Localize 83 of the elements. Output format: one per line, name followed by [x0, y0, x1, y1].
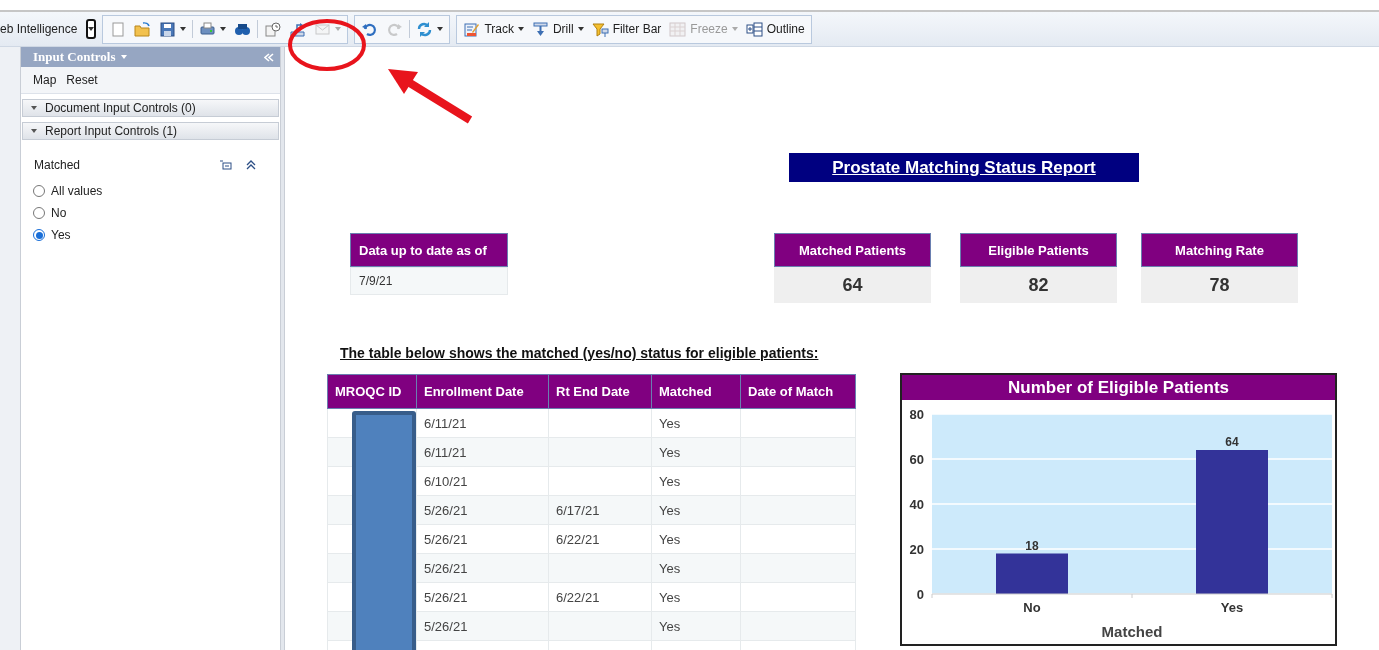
- kpi-header: Matching Rate: [1141, 233, 1298, 267]
- panel-action-link[interactable]: Map: [33, 73, 57, 87]
- radio-label: Yes: [51, 228, 71, 242]
- table-cell: Yes: [651, 466, 741, 496]
- data-label: 18: [1025, 538, 1039, 553]
- edit-control-icon[interactable]: [220, 160, 232, 170]
- radio-label: All values: [51, 184, 103, 198]
- table-cell: Yes: [651, 524, 741, 554]
- y-tick-label: 60: [909, 452, 924, 467]
- table-cell: 5/26/21: [416, 611, 549, 641]
- table-cell: 6/22/21: [548, 524, 652, 554]
- kpi-value: 78: [1141, 267, 1298, 303]
- folder-icon: [134, 20, 152, 38]
- column-header: Rt End Date: [548, 374, 652, 409]
- grid-icon: [669, 20, 687, 38]
- chart-title: Number of Eligible Patients: [902, 375, 1335, 400]
- funnel-icon: [591, 20, 609, 38]
- table-cell: 6/11/21: [416, 437, 549, 467]
- caret-icon: [31, 129, 37, 133]
- radio-label: No: [51, 206, 67, 220]
- report-title: Prostate Matching Status Report: [789, 153, 1139, 182]
- column-header: Enrollment Date: [416, 374, 549, 409]
- radio-button[interactable]: [33, 185, 45, 197]
- export-icon: [289, 20, 307, 38]
- caret-icon: [437, 27, 444, 31]
- caret-icon: [335, 27, 342, 31]
- table-cell: Yes: [651, 582, 741, 612]
- app-menu-button[interactable]: [86, 19, 97, 39]
- table-cell: Yes: [651, 495, 741, 525]
- y-tick-label: 80: [909, 407, 924, 422]
- caret-icon: [220, 27, 227, 31]
- x-axis-title: Matched: [1101, 623, 1163, 640]
- collapse-up-icon[interactable]: [246, 160, 256, 170]
- caret-icon: [180, 27, 187, 31]
- x-tick-label: No: [1023, 600, 1041, 615]
- x-tick-label: Yes: [1220, 600, 1244, 615]
- table-cell: Yes: [651, 611, 741, 641]
- caret-icon: [88, 27, 95, 31]
- down-arrow-icon: [531, 20, 549, 38]
- radio-button[interactable]: [33, 229, 45, 241]
- section-header[interactable]: Report Input Controls (1): [22, 122, 279, 140]
- caret-icon: [121, 55, 128, 59]
- date-value: 7/9/21: [350, 267, 508, 295]
- document-icon: [109, 20, 127, 38]
- app-title: eb Intelligence: [0, 22, 78, 36]
- table-cell: 5/26/21: [416, 553, 549, 583]
- caret-icon: [731, 27, 738, 31]
- table-cell: 5/26/21: [416, 495, 549, 525]
- kpi-header: Matched Patients: [774, 233, 931, 267]
- printer-icon: [199, 20, 217, 38]
- y-tick-label: 0: [916, 587, 924, 602]
- drill-button[interactable]: Drill: [529, 18, 586, 40]
- filter-button[interactable]: Filter Bar: [589, 18, 664, 40]
- table-cell: Yes: [651, 437, 741, 467]
- table-cell: 6/17/21: [548, 495, 652, 525]
- column-header: Date of Match: [740, 374, 856, 409]
- y-tick-label: 40: [909, 497, 924, 512]
- double-chevron-icon: [264, 53, 274, 62]
- outline-icon: [745, 20, 763, 38]
- column-header: Matched: [651, 374, 741, 409]
- radio-button[interactable]: [33, 207, 45, 219]
- control-label: Matched: [33, 158, 81, 172]
- block-header: Data up to date as of: [350, 233, 508, 267]
- pencil-document-icon: [463, 20, 481, 38]
- table-cell: Yes: [651, 553, 741, 583]
- panel-action-link[interactable]: Reset: [66, 73, 98, 87]
- clock-document-icon: [264, 20, 282, 38]
- table-caption: The table below shows the matched (yes/no) status for eligible patients:: [340, 345, 819, 361]
- refresh-icon: [416, 20, 434, 38]
- kpi-header: Eligible Patients: [960, 233, 1117, 267]
- section-header[interactable]: Document Input Controls (0): [22, 99, 279, 117]
- track-button[interactable]: Track: [461, 18, 526, 40]
- caret-icon: [31, 106, 37, 110]
- data-label: 64: [1225, 435, 1239, 449]
- y-tick-label: 20: [909, 542, 924, 557]
- caret-icon: [517, 27, 524, 31]
- table-cell: Yes: [651, 408, 741, 438]
- outline-button[interactable]: Outline: [743, 18, 807, 40]
- caret-icon: [577, 27, 584, 31]
- kpi-value: 64: [774, 267, 931, 303]
- table-cell: 6/22/21: [548, 582, 652, 612]
- column-header: MROQC ID: [327, 374, 417, 409]
- kpi-value: 82: [960, 267, 1117, 303]
